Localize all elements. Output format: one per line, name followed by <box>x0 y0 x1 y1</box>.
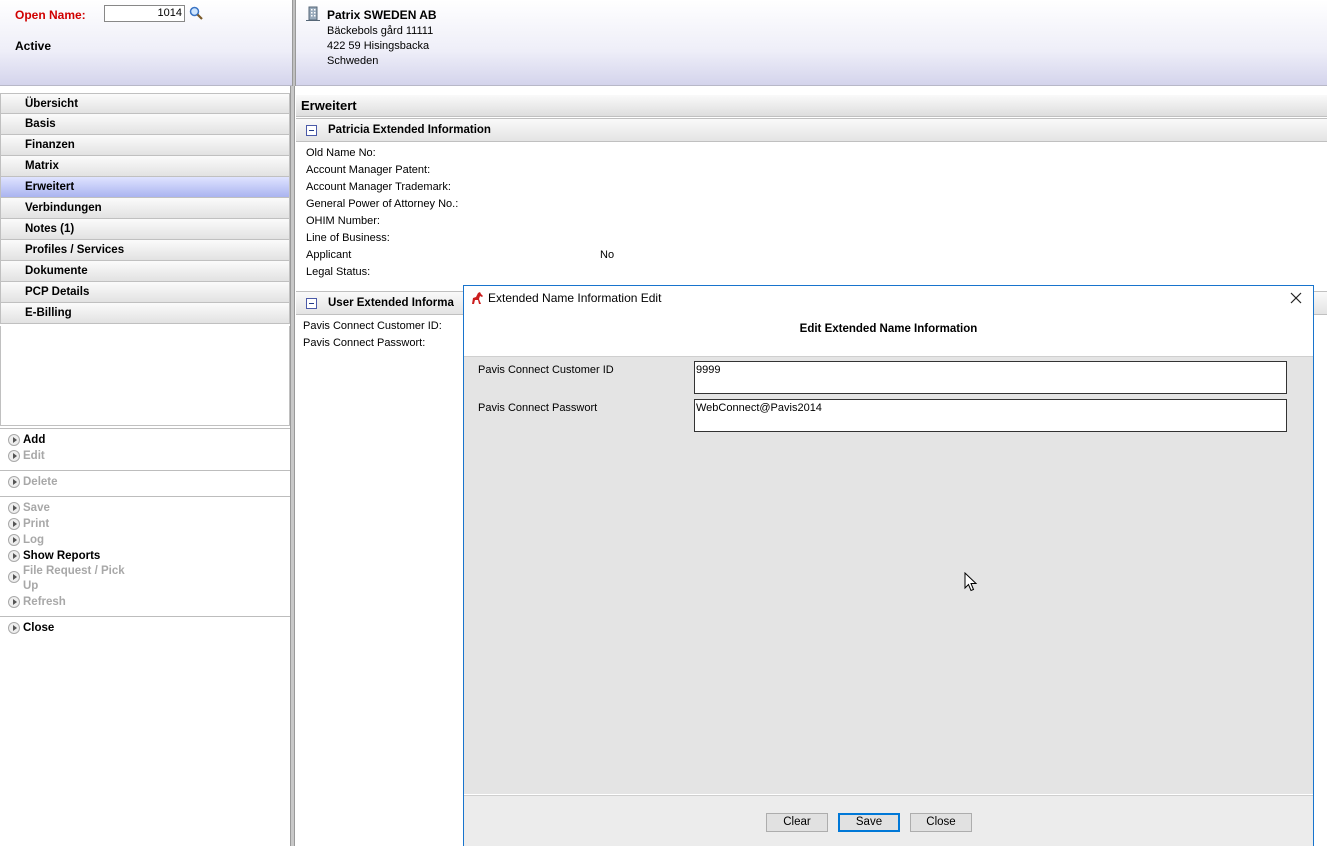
nav-item-uebersicht[interactable]: Übersicht <box>0 93 290 114</box>
action-group-delete: Delete <box>0 470 290 496</box>
save-button[interactable]: Save <box>838 813 900 832</box>
sidebar-nav: Übersicht Basis Finanzen Matrix Erweiter… <box>0 93 290 324</box>
nav-empty-area <box>0 326 290 426</box>
nav-item-erweitert[interactable]: Erweitert <box>0 177 290 198</box>
status-label: Active <box>15 39 52 53</box>
close-icon[interactable] <box>1289 291 1303 305</box>
arrow-right-icon <box>8 476 20 488</box>
close-label: Close <box>23 622 55 634</box>
field-line-of-business: Line of Business: <box>306 232 390 244</box>
save-action[interactable]: Save <box>0 500 290 516</box>
arrow-right-icon <box>8 518 20 530</box>
dialog-title-bar[interactable]: Extended Name Information Edit <box>464 286 1313 310</box>
section-header-patricia[interactable]: Patricia Extended Information <box>296 118 1327 142</box>
company-name: Patrix SWEDEN AB <box>327 8 437 22</box>
header-right-panel <box>296 0 1327 86</box>
nav-item-basis[interactable]: Basis <box>0 114 290 135</box>
refresh-action[interactable]: Refresh <box>0 594 290 610</box>
arrow-right-icon <box>8 550 20 562</box>
print-label: Print <box>23 518 50 530</box>
save-label: Save <box>23 502 50 514</box>
close-button[interactable]: Close <box>910 813 972 832</box>
field-applicant-value: No <box>600 249 615 261</box>
dialog-body: Pavis Connect Customer ID 9999 Pavis Con… <box>464 356 1313 794</box>
print-action[interactable]: Print <box>0 516 290 532</box>
customer-id-label: Pavis Connect Customer ID <box>478 364 614 376</box>
file-request-label-2: Up <box>23 580 39 592</box>
edit-label: Edit <box>23 450 45 462</box>
page-title: Erweitert <box>296 95 1327 117</box>
app-horse-icon <box>472 292 483 304</box>
close-action[interactable]: Close <box>0 620 290 636</box>
building-icon <box>306 6 320 21</box>
nav-item-pcp-details[interactable]: PCP Details <box>0 282 290 303</box>
collapse-icon[interactable] <box>306 298 317 309</box>
nav-item-profiles-services[interactable]: Profiles / Services <box>0 240 290 261</box>
password-input[interactable]: WebConnect@Pavis2014 <box>694 399 1287 432</box>
arrow-right-icon <box>8 571 20 583</box>
field-ohim-number: OHIM Number: <box>306 215 380 227</box>
delete-action[interactable]: Delete <box>0 474 290 490</box>
arrow-right-icon <box>8 502 20 514</box>
open-name-input[interactable]: 1014 <box>104 5 185 22</box>
log-label: Log <box>23 534 45 546</box>
arrow-right-icon <box>8 596 20 608</box>
add-action[interactable]: Add <box>0 432 290 448</box>
add-label: Add <box>23 434 46 446</box>
password-label: Pavis Connect Passwort <box>478 402 598 414</box>
sidebar-splitter[interactable] <box>290 86 295 846</box>
arrow-right-icon <box>8 434 20 446</box>
nav-item-matrix[interactable]: Matrix <box>0 156 290 177</box>
field-applicant: Applicant <box>306 249 352 261</box>
field-account-manager-trademark: Account Manager Trademark: <box>306 181 451 193</box>
nav-item-verbindungen[interactable]: Verbindungen <box>0 198 290 219</box>
section-title-user: User Extended Informa <box>328 297 454 309</box>
field-legal-status: Legal Status: <box>306 266 371 278</box>
actions-panel: Add Edit Delete Save Print Log Show Repo… <box>0 428 290 642</box>
action-group-misc: Save Print Log Show Reports File Request… <box>0 496 290 616</box>
field-general-power-of-attorney: General Power of Attorney No.: <box>306 198 459 210</box>
edit-action[interactable]: Edit <box>0 448 290 464</box>
delete-label: Delete <box>23 476 58 488</box>
file-request-label-1: File Request / Pick <box>23 565 125 577</box>
action-group-edit: Add Edit <box>0 428 290 470</box>
dialog-heading: Edit Extended Name Information <box>799 323 978 335</box>
collapse-icon[interactable] <box>306 125 317 136</box>
refresh-label: Refresh <box>23 596 66 608</box>
customer-id-input[interactable]: 9999 <box>694 361 1287 394</box>
dialog-footer: Clear Save Close <box>464 795 1313 846</box>
show-reports-label: Show Reports <box>23 550 101 562</box>
extended-name-edit-dialog: Extended Name Information Edit Edit Exte… <box>463 285 1314 846</box>
arrow-right-icon <box>8 534 20 546</box>
field-pavis-passwort: Pavis Connect Passwort: <box>303 337 426 349</box>
address-line-3: Schweden <box>327 55 379 67</box>
nav-item-e-billing[interactable]: E-Billing <box>0 303 290 324</box>
field-account-manager-patent: Account Manager Patent: <box>306 164 431 176</box>
search-icon[interactable] <box>189 6 203 20</box>
action-group-close: Close <box>0 616 290 642</box>
nav-item-dokumente[interactable]: Dokumente <box>0 261 290 282</box>
clear-button[interactable]: Clear <box>766 813 828 832</box>
address-line-1: Bäckebols gård 11111 <box>327 25 434 37</box>
nav-item-notes[interactable]: Notes (1) <box>0 219 290 240</box>
header-left-panel: Open Name: 1014 Active <box>0 0 292 86</box>
file-request-action[interactable]: File Request / Pick Up <box>0 564 290 594</box>
address-line-2: 422 59 Hisingsbacka <box>327 40 430 52</box>
arrow-right-icon <box>8 622 20 634</box>
open-name-label: Open Name: <box>15 8 86 22</box>
log-action[interactable]: Log <box>0 532 290 548</box>
arrow-right-icon <box>8 450 20 462</box>
mouse-cursor-icon <box>964 572 978 592</box>
show-reports-action[interactable]: Show Reports <box>0 548 290 564</box>
dialog-window-title: Extended Name Information Edit <box>488 291 662 305</box>
nav-item-finanzen[interactable]: Finanzen <box>0 135 290 156</box>
field-pavis-customer-id: Pavis Connect Customer ID: <box>303 320 442 332</box>
field-old-name-no: Old Name No: <box>306 147 376 159</box>
section-title-patricia: Patricia Extended Information <box>328 124 491 136</box>
